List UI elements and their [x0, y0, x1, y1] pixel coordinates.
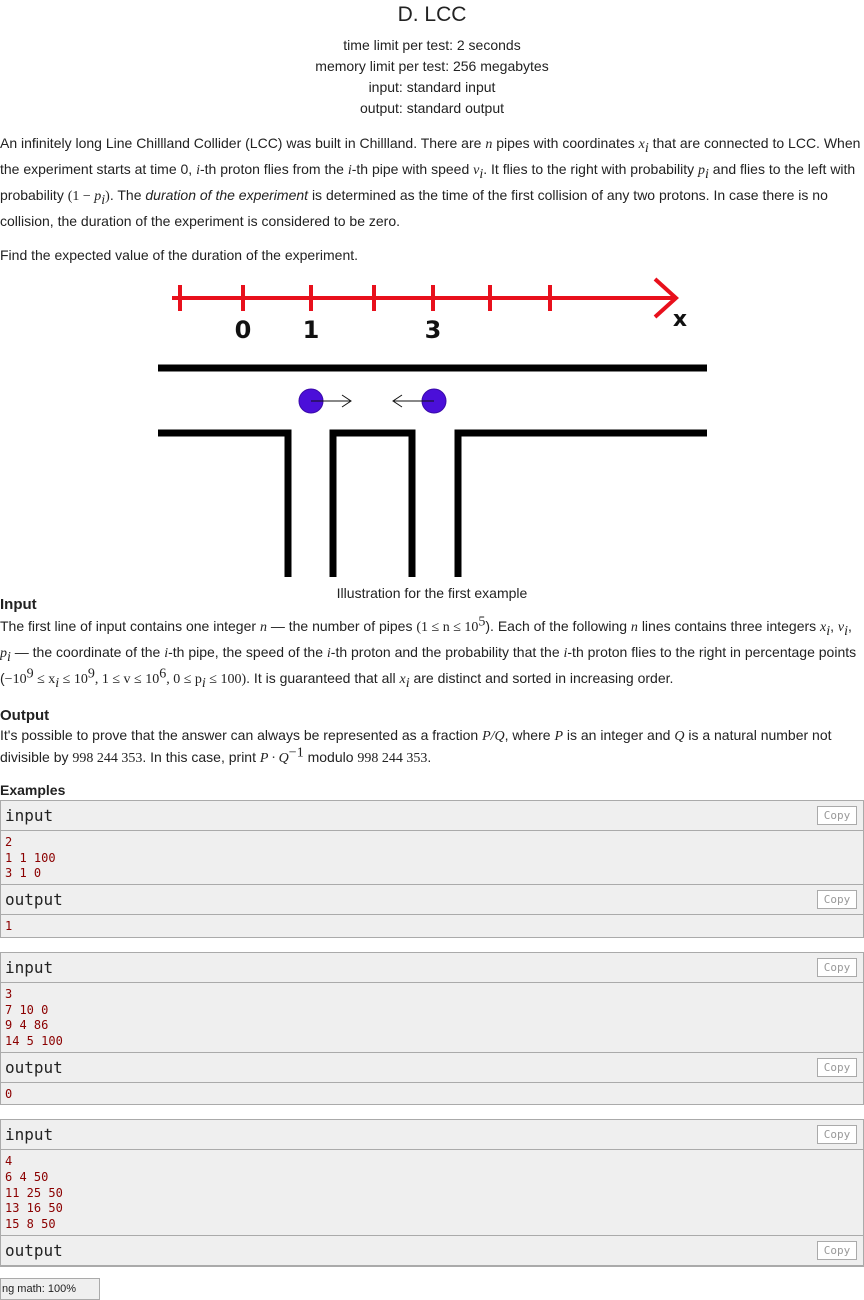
output-section-text: It's possible to prove that the answer c… — [0, 727, 832, 766]
sample-1-input: 2 1 1 100 3 1 0 — [1, 831, 863, 886]
duration-emphasis: duration of the experiment — [145, 187, 309, 203]
output-label: output — [5, 1057, 63, 1077]
sample-3-input-header: input Copy — [1, 1120, 863, 1151]
pipe-wall-2 — [329, 429, 416, 577]
limits-block: time limit per test: 2 seconds memory li… — [0, 35, 864, 119]
input-section-text: The first line of input contains one int… — [0, 614, 857, 691]
sample-2-input-header: input Copy — [1, 952, 863, 983]
problem-statement: An infinitely long Line Chillland Collid… — [0, 131, 864, 267]
illustration-svg: 0 1 3 x — [158, 277, 707, 577]
output-label: output — [5, 1240, 63, 1260]
problem-title: D. LCC — [397, 3, 467, 26]
copy-input-button[interactable]: Copy — [817, 957, 857, 977]
sample-test-3: input Copy 4 6 4 50 11 25 50 13 16 50 15… — [0, 1119, 864, 1267]
sample-2-output-header: output Copy — [1, 1052, 863, 1083]
statement-paragraph-1: An infinitely long Line Chillland Collid… — [0, 135, 861, 229]
illustration: 0 1 3 x Illustration for the first examp… — [0, 267, 864, 601]
input-spec: input: standard input — [368, 79, 496, 95]
sample-2-input: 3 7 10 0 9 4 86 14 5 100 — [1, 982, 863, 1053]
sample-1-input-header: input Copy — [1, 801, 863, 831]
pipe-wall-1 — [158, 429, 292, 577]
examples-section: Examples input Copy 2 1 1 100 3 1 0 outp… — [0, 782, 864, 1267]
axis-label-3: 3 — [425, 316, 442, 344]
copy-output-button[interactable]: Copy — [817, 890, 857, 910]
input-label: input — [5, 1125, 54, 1145]
output-spec: output: standard output — [360, 100, 504, 116]
input-label: input — [5, 806, 54, 825]
copy-output-button[interactable]: Copy — [817, 1057, 857, 1077]
output-label: output — [5, 890, 63, 910]
axis-x-label: x — [673, 307, 687, 332]
copy-output-button[interactable]: Copy — [817, 1240, 857, 1260]
sample-2-output: 0 — [1, 1082, 863, 1105]
output-section: Output It's possible to prove that the a… — [0, 707, 864, 769]
statement-paragraph-2: Find the expected value of the duration … — [0, 247, 359, 263]
copy-input-button[interactable]: Copy — [817, 806, 857, 825]
illustration-caption: Illustration for the first example — [336, 585, 528, 601]
sample-1-output: 1 — [1, 915, 863, 937]
problem-header: D. LCC time limit per test: 2 seconds me… — [0, 0, 864, 119]
sample-3-output-header: output Copy — [1, 1235, 863, 1266]
memory-limit: memory limit per test: 256 megabytes — [315, 58, 549, 74]
output-section-title: Output — [0, 707, 50, 724]
mathjax-status-bar: ng math: 100% — [0, 1278, 100, 1300]
sample-test-1: input Copy 2 1 1 100 3 1 0 output Copy 1 — [0, 800, 864, 938]
input-section: Input The first line of input contains o… — [0, 596, 864, 692]
time-limit: time limit per test: 2 seconds — [343, 37, 521, 53]
pipe-wall-3 — [454, 429, 707, 577]
examples-title: Examples — [0, 782, 66, 798]
sample-test-2: input Copy 3 7 10 0 9 4 86 14 5 100 outp… — [0, 951, 864, 1106]
sample-3-input: 4 6 4 50 11 25 50 13 16 50 15 8 50 — [1, 1150, 863, 1236]
copy-input-button[interactable]: Copy — [817, 1125, 857, 1145]
input-label: input — [5, 957, 54, 977]
axis-label-0: 0 — [235, 316, 252, 344]
sample-1-output-header: output Copy — [1, 885, 863, 916]
axis-label-1: 1 — [303, 316, 320, 344]
